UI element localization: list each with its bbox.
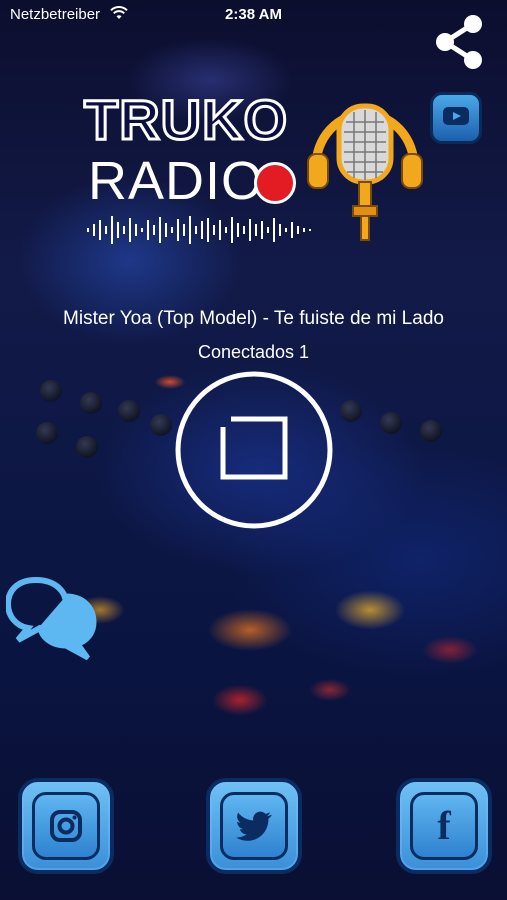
facebook-icon: f xyxy=(410,792,478,860)
stop-button[interactable] xyxy=(175,371,333,529)
sound-wave-graphic xyxy=(87,216,311,244)
chat-icon xyxy=(4,576,97,661)
youtube-button[interactable] xyxy=(430,92,482,144)
youtube-icon xyxy=(443,106,469,130)
instagram-button[interactable] xyxy=(18,778,114,874)
status-bar: Netzbetreiber 2:38 AM xyxy=(0,0,507,30)
listener-count: Conectados 1 xyxy=(197,342,310,362)
twitter-icon xyxy=(220,792,288,860)
twitter-button[interactable] xyxy=(206,778,302,874)
microphone-icon xyxy=(307,103,423,241)
instagram-icon xyxy=(32,792,100,860)
song-title: Mister Yoa (Top Model) - Te fuiste de mi… xyxy=(63,308,444,329)
logo-line-2: RADIO xyxy=(88,151,265,211)
status-time: 2:38 AM xyxy=(225,6,282,23)
facebook-button[interactable]: f xyxy=(396,778,492,874)
truko-radio-logo: TRUKO RADIO xyxy=(82,88,424,252)
logo-red-dot xyxy=(254,162,296,204)
stop-icon xyxy=(220,416,288,480)
chat-button[interactable] xyxy=(4,574,98,662)
logo-line-1: TRUKO xyxy=(82,88,289,151)
share-icon[interactable] xyxy=(433,14,485,70)
